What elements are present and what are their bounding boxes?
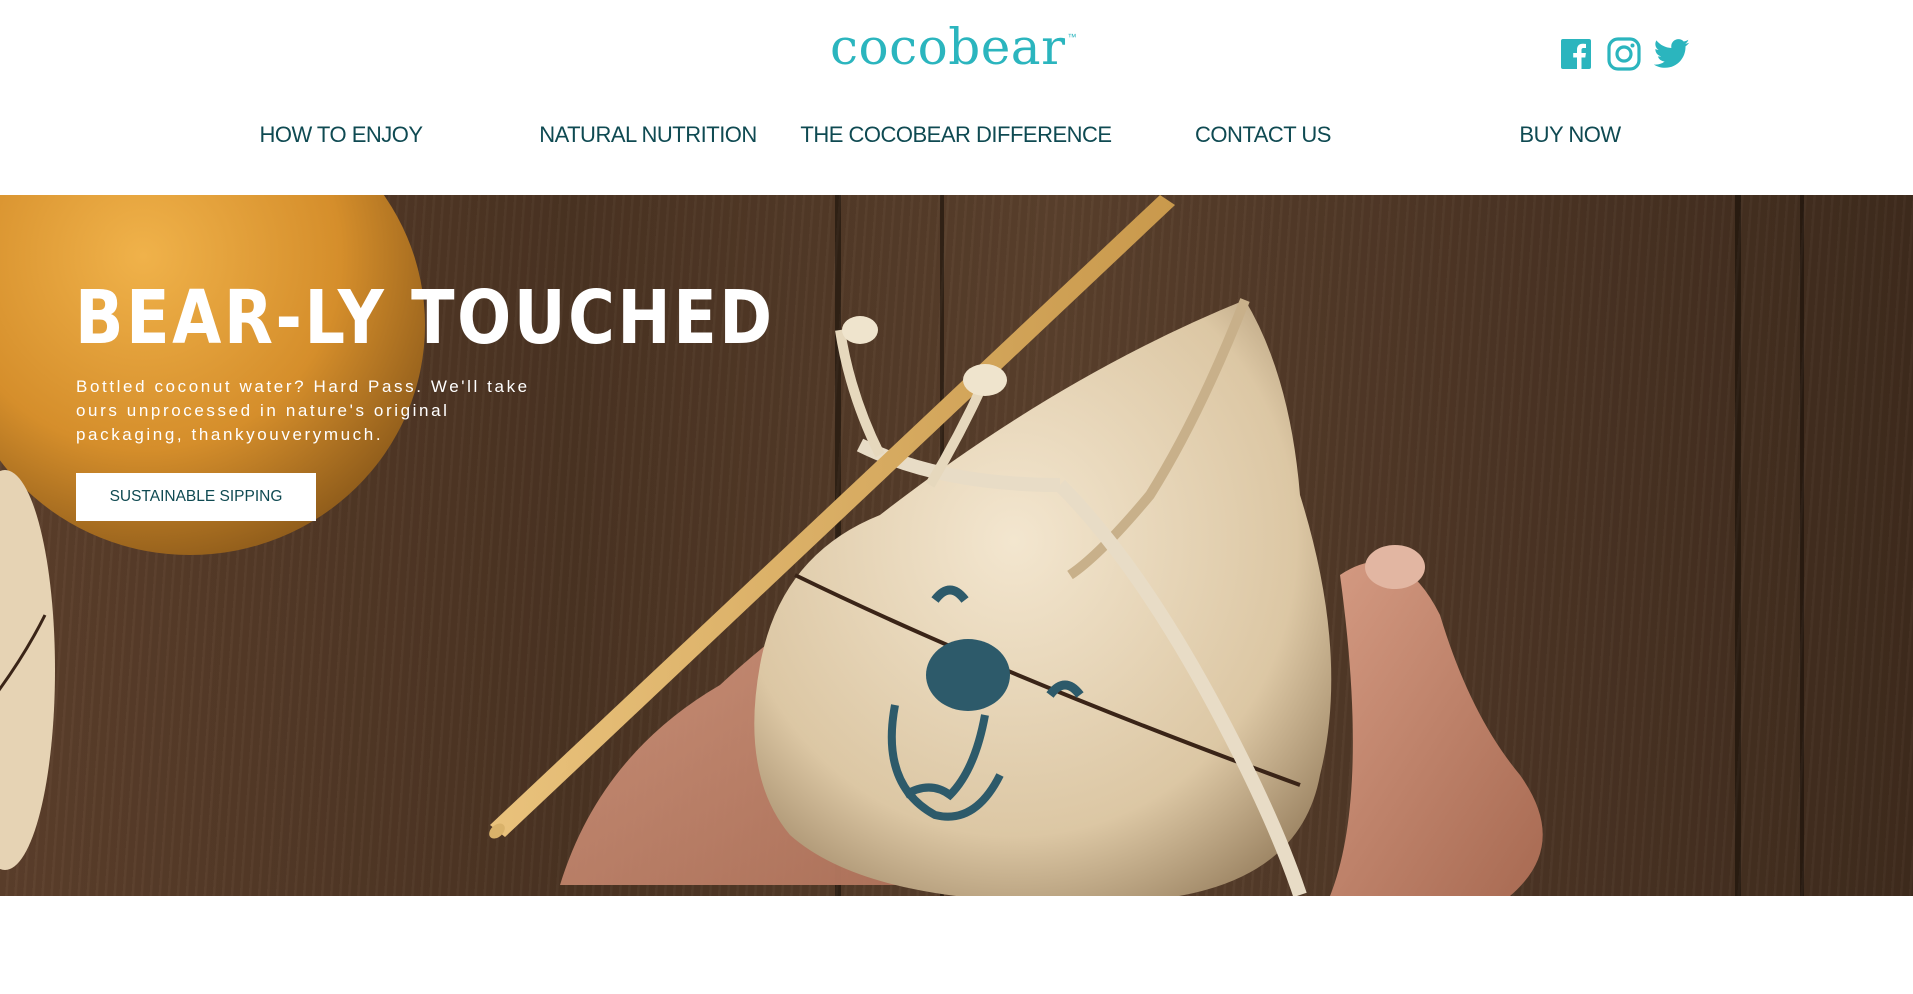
coconut-small-left — [0, 470, 55, 870]
nav-natural-nutrition[interactable]: NATURAL NUTRITION — [539, 122, 757, 148]
nav-contact-us[interactable]: CONTACT US — [1195, 122, 1331, 148]
nav-buy-now[interactable]: BUY NOW — [1519, 122, 1621, 148]
nav-cocobear-difference[interactable]: THE COCOBEAR DIFFERENCE — [800, 122, 1112, 148]
instagram-icon[interactable] — [1606, 36, 1642, 72]
hero-headline: BEAR-LY TOUCHED — [75, 275, 775, 361]
social-links — [1558, 36, 1690, 72]
site-header: cocobear ™ HOW TO ENJOY NATURAL NUTRITION… — [0, 0, 1913, 195]
nav-how-to-enjoy[interactable]: HOW TO ENJOY — [259, 122, 423, 148]
cocobear-logo[interactable]: cocobear ™ — [830, 18, 1078, 76]
sustainable-sipping-button[interactable]: SUSTAINABLE SIPPING — [76, 473, 316, 521]
hero-banner: BEAR-LY TOUCHED Bottled coconut water? H… — [0, 195, 1913, 896]
coconut-bear — [754, 298, 1332, 896]
trademark-symbol: ™ — [1067, 32, 1078, 42]
twitter-icon[interactable] — [1654, 36, 1690, 72]
main-nav: HOW TO ENJOY NATURAL NUTRITION THE COCOB… — [0, 122, 1913, 162]
logo-text: cocobear — [830, 18, 1066, 76]
facebook-icon[interactable] — [1558, 36, 1594, 72]
hero-subtext: Bottled coconut water? Hard Pass. We'll … — [76, 377, 530, 444]
